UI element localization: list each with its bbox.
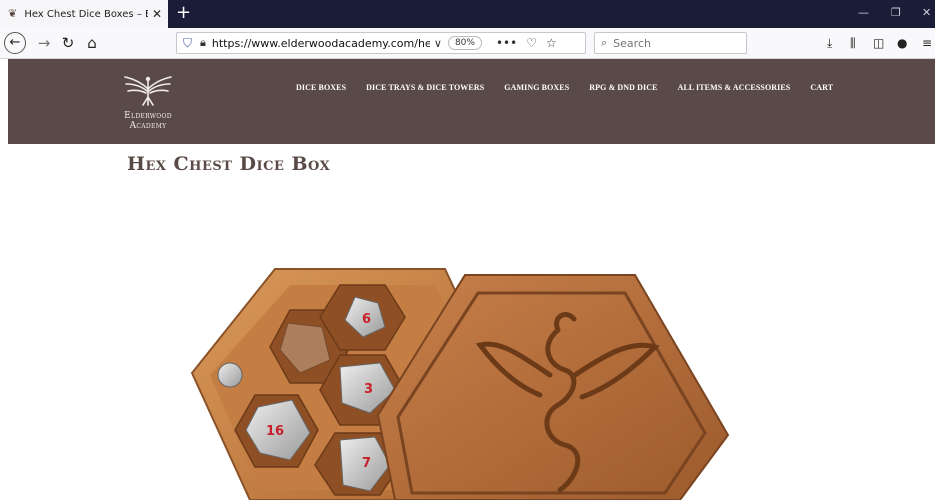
account-icon[interactable]: ●	[897, 36, 907, 50]
tab-title: Hex Chest Dice Boxes – Elderwo	[24, 8, 148, 20]
close-window-button[interactable]: ✕	[922, 6, 931, 19]
forward-button[interactable]: →	[34, 34, 54, 52]
tracking-shield-icon[interactable]: ⛉	[183, 36, 192, 51]
search-icon: ⌕	[601, 36, 608, 49]
site-logo[interactable]: Elderwood Academy	[106, 67, 190, 139]
die-number-16: 16	[266, 424, 284, 439]
zoom-level-badge[interactable]: 80%	[447, 36, 482, 50]
search-input[interactable]	[613, 36, 734, 50]
logo-text-line-2: Academy	[129, 121, 167, 131]
page-title: Hex Chest Dice Box	[127, 153, 331, 175]
bookmark-star-icon[interactable]: ☆	[546, 36, 557, 50]
lock-icon[interactable]: 🔒︎	[200, 36, 206, 50]
menu-item-dice-boxes[interactable]: DICE BOXES	[296, 83, 346, 92]
pocket-icon[interactable]: ♡	[526, 36, 537, 50]
menu-item-gaming-boxes[interactable]: GAMING BOXES	[504, 83, 569, 92]
browser-tab[interactable]: ❦ Hex Chest Dice Boxes – Elderwo ✕	[0, 0, 168, 28]
elderwood-favicon-icon: ❦	[8, 7, 18, 20]
url-bar[interactable]: ⛉ 🔒︎ https://www.elderwoodacademy.com/he…	[176, 32, 586, 54]
tab-close-icon[interactable]: ✕	[152, 7, 162, 21]
die-number-7: 7	[362, 456, 371, 471]
die-number-3: 3	[364, 382, 373, 397]
die-number-6: 6	[362, 312, 371, 327]
menu-item-cart[interactable]: CART	[810, 83, 833, 92]
sidebar-icon[interactable]: ◫	[873, 36, 884, 50]
new-tab-button[interactable]: +	[176, 3, 191, 23]
library-icon[interactable]: ⫼	[850, 36, 856, 51]
downloads-icon[interactable]: ⤓	[827, 36, 832, 51]
browser-titlebar: ❦ Hex Chest Dice Boxes – Elderwo ✕ + — ❐…	[0, 0, 935, 28]
phoenix-logo-icon	[124, 76, 172, 106]
product-image[interactable]: 6 3 16 7	[180, 255, 740, 500]
menu-item-rpg-dice[interactable]: RPG & DND DICE	[589, 83, 657, 92]
url-dropdown-icon[interactable]: ∨	[434, 37, 442, 50]
maximize-button[interactable]: ❐	[891, 6, 901, 19]
logo-text-line-1: Elderwood	[124, 111, 172, 121]
menu-item-all-items[interactable]: ALL ITEMS & ACCESSORIES	[678, 83, 791, 92]
url-text[interactable]: https://www.elderwoodacademy.com/hex-che…	[212, 37, 430, 50]
home-button[interactable]: ⌂	[82, 34, 102, 52]
reload-button[interactable]: ↻	[58, 34, 78, 52]
minimize-button[interactable]: —	[858, 6, 869, 19]
browser-navbar: ← → ↻ ⌂ ⛉ 🔒︎ https://www.elderwoodacadem…	[0, 28, 935, 59]
main-menu: DICE BOXES DICE TRAYS & DICE TOWERS GAMI…	[296, 83, 853, 92]
site-header: Elderwood Academy DICE BOXES DICE TRAYS …	[8, 59, 935, 144]
app-menu-icon[interactable]: ≡	[922, 36, 932, 50]
search-bar[interactable]: ⌕	[594, 32, 747, 54]
page-actions-icon[interactable]: •••	[496, 36, 517, 50]
menu-item-dice-trays[interactable]: DICE TRAYS & DICE TOWERS	[366, 83, 484, 92]
back-button[interactable]: ←	[4, 32, 26, 54]
